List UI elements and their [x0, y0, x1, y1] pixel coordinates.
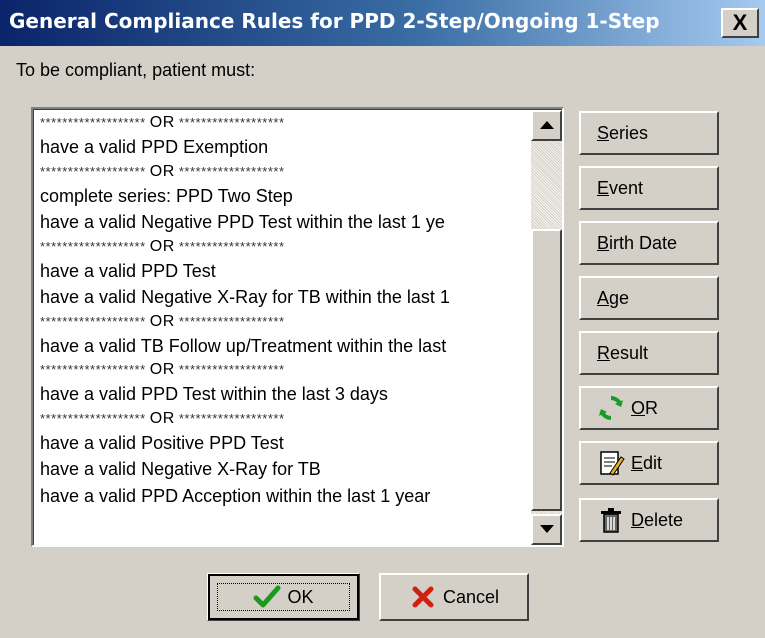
rule-row[interactable]: have a valid Negative X-Ray for TB [40, 456, 538, 483]
or-separator-row[interactable]: ******************* OR *****************… [40, 311, 538, 333]
or-separator-row[interactable]: ******************* OR *****************… [40, 112, 538, 134]
rules-list: ******************* OR *****************… [40, 112, 538, 509]
cancel-label: Cancel [442, 586, 500, 607]
result-button[interactable]: Result [579, 331, 719, 375]
separator-stars: ******************* [178, 410, 285, 426]
label-rest: ge [609, 287, 630, 308]
label-rest: dit [643, 452, 663, 473]
or-button[interactable]: OR [579, 386, 719, 430]
refresh-icon [599, 396, 623, 420]
rule-row[interactable]: have a valid PPD Acception within the la… [40, 483, 538, 510]
birth-date-button[interactable]: Birth Date [579, 221, 719, 265]
close-button[interactable]: X [721, 8, 759, 38]
label-rest: elete [644, 509, 684, 530]
rule-row[interactable]: have a valid TB Follow up/Treatment with… [40, 333, 538, 360]
separator-or: OR [149, 361, 175, 378]
side-button-label: Event [597, 178, 643, 199]
separator-stars: ******************* [40, 362, 146, 377]
accelerator-key: E [597, 177, 610, 198]
separator-stars: ******************* [178, 115, 285, 130]
scroll-thumb[interactable] [531, 229, 562, 511]
separator-stars: ******************* [178, 163, 285, 179]
rule-row[interactable]: have a valid PPD Exemption [40, 134, 538, 161]
accelerator-key: A [597, 287, 610, 308]
or-separator-row[interactable]: ******************* OR *****************… [40, 236, 538, 258]
or-separator-row[interactable]: ******************* OR *****************… [40, 161, 538, 183]
vertical-scrollbar[interactable] [531, 110, 562, 545]
trash-icon [601, 508, 621, 533]
label-rest: vent [609, 177, 644, 198]
arrow-up-icon [540, 121, 554, 129]
rule-row[interactable]: have a valid Negative PPD Test within th… [40, 209, 538, 236]
side-button-label: Age [597, 288, 629, 309]
separator-stars: ******************* [178, 362, 285, 377]
separator-or: OR [149, 162, 175, 180]
separator-stars: ******************* [40, 163, 146, 179]
accelerator-key: S [597, 122, 610, 143]
cancel-button[interactable]: Cancel [379, 573, 529, 621]
rules-listbox[interactable]: ******************* OR *****************… [31, 107, 564, 547]
separator-or: OR [149, 312, 175, 330]
listbox-frame: ******************* OR *****************… [33, 109, 562, 545]
focus-rect [217, 583, 350, 611]
series-button[interactable]: Series [579, 111, 719, 155]
or-separator-row[interactable]: ******************* OR *****************… [40, 408, 538, 430]
label-rest: irth Date [609, 232, 678, 253]
compliance-rules-dialog: General Compliance Rules for PPD 2-Step/… [0, 0, 765, 638]
rule-row[interactable]: have a valid Positive PPD Test [40, 430, 538, 457]
separator-or: OR [149, 114, 175, 131]
label-rest: esult [610, 342, 649, 363]
event-button[interactable]: Event [579, 166, 719, 210]
side-button-label: Series [597, 123, 648, 144]
side-button-label: Result [597, 343, 648, 364]
separator-stars: ******************* [178, 238, 285, 254]
edit-document-icon [600, 451, 625, 476]
separator-or: OR [149, 409, 175, 427]
delete-button[interactable]: Delete [579, 498, 719, 542]
ok-button[interactable]: OK [207, 573, 360, 621]
accelerator-key: B [597, 232, 610, 253]
age-button[interactable]: Age [579, 276, 719, 320]
separator-stars: ******************* [40, 313, 146, 329]
separator-stars: ******************* [40, 410, 146, 426]
side-button-label: OR [631, 398, 658, 419]
arrow-down-icon [540, 525, 554, 533]
accelerator-key: D [631, 509, 644, 530]
accelerator-key: R [597, 342, 610, 363]
rule-row[interactable]: complete series: PPD Two Step [40, 183, 538, 210]
accelerator-key: E [631, 452, 644, 473]
scroll-down-button[interactable] [531, 514, 562, 545]
rule-row[interactable]: have a valid PPD Test [40, 258, 538, 285]
separator-stars: ******************* [178, 313, 285, 329]
edit-button[interactable]: Edit [579, 441, 719, 485]
rule-row[interactable]: have a valid Negative X-Ray for TB withi… [40, 284, 538, 311]
window-title: General Compliance Rules for PPD 2-Step/… [9, 9, 660, 33]
title-bar[interactable]: General Compliance Rules for PPD 2-Step/… [0, 0, 765, 46]
separator-stars: ******************* [40, 238, 146, 254]
side-button-label: Delete [631, 510, 683, 531]
rule-row[interactable]: have a valid PPD Test within the last 3 … [40, 381, 538, 408]
accelerator-key: O [631, 397, 646, 418]
or-separator-row[interactable]: ******************* OR *****************… [40, 359, 538, 381]
side-button-label: Edit [631, 453, 662, 474]
x-cross-icon [412, 586, 434, 608]
side-button-label: Birth Date [597, 233, 677, 254]
instructions-label: To be compliant, patient must: [16, 60, 256, 80]
separator-or: OR [149, 237, 175, 255]
separator-stars: ******************* [40, 115, 146, 130]
label-rest: eries [609, 122, 649, 143]
label-rest: R [645, 397, 659, 418]
scroll-up-button[interactable] [531, 110, 562, 141]
